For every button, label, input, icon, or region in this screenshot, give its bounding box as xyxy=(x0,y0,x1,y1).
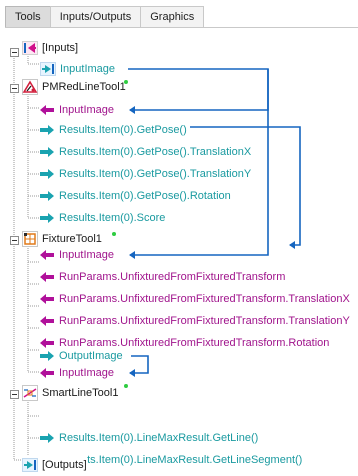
smartline-tool-icon xyxy=(22,385,38,401)
input-terminal-icon xyxy=(40,61,56,77)
tab-graphics[interactable]: Graphics xyxy=(140,6,205,27)
tab-underline xyxy=(5,27,358,28)
fixture-param-label: RunParams.UnfixturedFromFixturedTransfor… xyxy=(59,271,286,283)
fixture-status-dot xyxy=(112,232,116,236)
expander-fixture[interactable] xyxy=(10,236,19,245)
tab-bar: Tools Inputs/Outputs Graphics xyxy=(0,0,358,28)
smartline-output-getline[interactable]: Results.Item(0).LineMaxResult.GetLine() xyxy=(40,428,258,448)
smartline-tool-label: SmartLineTool1 xyxy=(42,387,119,399)
input-arrow-icon xyxy=(40,316,54,326)
fixture-param-translationy[interactable]: RunParams.UnfixturedFromFixturedTransfor… xyxy=(40,311,350,331)
pmredline-status-dot xyxy=(124,80,128,84)
pmredline-tool-icon xyxy=(22,79,38,95)
tab-tools[interactable]: Tools xyxy=(5,6,51,27)
tab-inputs-outputs[interactable]: Inputs/Outputs xyxy=(49,6,142,27)
fixture-output-label: OutputImage xyxy=(59,350,123,362)
tree-node-smartline-tool[interactable]: SmartLineTool1 xyxy=(22,383,118,403)
pmredline-tool-label: PMRedLineTool1 xyxy=(42,81,126,93)
pmred-output-getpose[interactable]: Results.Item(0).GetPose() xyxy=(40,120,187,140)
pmred-output-label: Results.Item(0).GetPose().TranslationY xyxy=(59,168,252,180)
output-arrow-icon xyxy=(40,169,54,179)
fixture-param-translationx[interactable]: RunParams.UnfixturedFromFixturedTransfor… xyxy=(40,289,350,309)
tree-node-inputs[interactable]: [Inputs] xyxy=(22,38,78,58)
tree-node-pmredline-tool[interactable]: PMRedLineTool1 xyxy=(22,77,126,97)
fixture-tool-icon xyxy=(22,231,38,247)
tree-item-input-image[interactable]: InputImage xyxy=(40,59,115,79)
pmred-input-image[interactable]: InputImage xyxy=(40,100,114,120)
smartline-status-dot xyxy=(124,384,128,388)
pmred-output-label: Results.Item(0).Score xyxy=(59,212,166,224)
input-arrow-icon xyxy=(40,250,54,260)
outputs-icon xyxy=(22,457,38,473)
input-arrow-icon xyxy=(40,294,54,304)
input-arrow-icon xyxy=(40,272,54,282)
fixture-param-transform[interactable]: RunParams.UnfixturedFromFixturedTransfor… xyxy=(40,267,285,287)
outputs-label: [Outputs] xyxy=(42,459,87,471)
pmred-output-rotation[interactable]: Results.Item(0).GetPose().Rotation xyxy=(40,186,231,206)
smartline-output-label: Results.Item(0).LineMaxResult.GetLineSeg… xyxy=(59,454,303,466)
pmred-output-translationx[interactable]: Results.Item(0).GetPose().TranslationX xyxy=(40,142,251,162)
output-arrow-icon xyxy=(40,433,54,443)
fixture-tool-label: FixtureTool1 xyxy=(42,233,102,245)
output-arrow-icon xyxy=(40,191,54,201)
output-arrow-icon xyxy=(40,125,54,135)
pmred-output-translationy[interactable]: Results.Item(0).GetPose().TranslationY xyxy=(40,164,251,184)
fixture-input-image[interactable]: InputImage xyxy=(40,245,114,265)
output-arrow-icon xyxy=(40,147,54,157)
output-arrow-icon xyxy=(40,351,54,361)
input-arrow-icon xyxy=(40,105,54,115)
output-arrow-icon xyxy=(40,213,54,223)
inputs-label: [Inputs] xyxy=(42,42,79,54)
smartline-input-label: InputImage xyxy=(59,367,115,379)
expander-pmred[interactable] xyxy=(10,84,19,93)
fixture-input-label: InputImage xyxy=(59,249,115,261)
pmred-output-score[interactable]: Results.Item(0).Score xyxy=(40,208,165,228)
input-image-label: InputImage xyxy=(60,63,116,75)
pmred-output-label: Results.Item(0).GetPose().TranslationX xyxy=(59,146,252,158)
pmred-output-label: Results.Item(0).GetPose().Rotation xyxy=(59,190,231,202)
smartline-input-image[interactable]: InputImage xyxy=(40,363,114,383)
expander-inputs[interactable] xyxy=(10,48,19,57)
smartline-output-label: Results.Item(0).LineMaxResult.GetLine() xyxy=(59,432,259,444)
pmred-input-label: InputImage xyxy=(59,104,115,116)
tree-node-outputs[interactable]: [Outputs] xyxy=(22,455,87,475)
fixture-param-label: RunParams.UnfixturedFromFixturedTransfor… xyxy=(59,293,350,305)
pmred-output-label: Results.Item(0).GetPose() xyxy=(59,124,187,136)
inputs-icon xyxy=(22,40,38,56)
expander-smartline[interactable] xyxy=(10,390,19,399)
input-arrow-icon xyxy=(40,368,54,378)
fixture-param-label: RunParams.UnfixturedFromFixturedTransfor… xyxy=(59,315,350,327)
